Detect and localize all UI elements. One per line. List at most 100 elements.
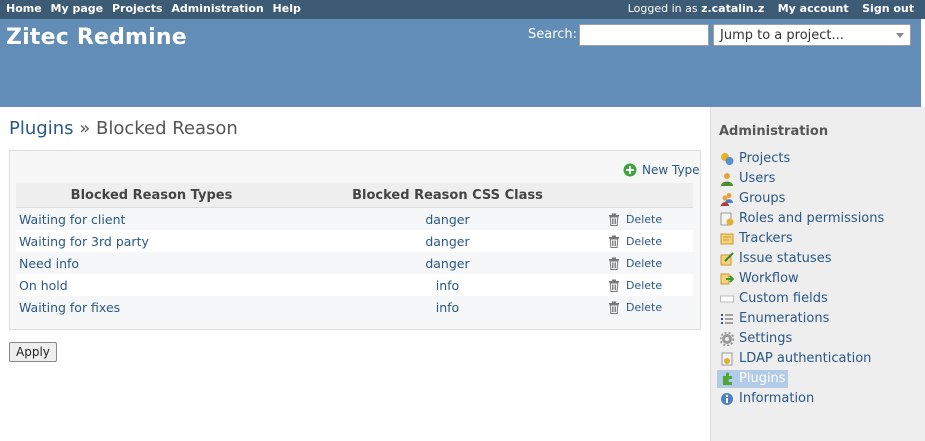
delete-label: Delete <box>625 256 663 270</box>
gear-icon <box>720 332 734 346</box>
custom-fields-icon <box>720 295 734 303</box>
roles-icon <box>720 212 734 226</box>
logged-in-user[interactable]: z.catalin.z <box>701 2 764 15</box>
sidebar-link-custom-fields[interactable]: Custom fields <box>717 290 830 308</box>
settings-box: New Type Blocked Reason Types Blocked Re… <box>9 150 701 330</box>
table-row: Waiting for fixes info Delete <box>16 296 693 318</box>
ldap-icon <box>721 352 733 366</box>
delete-link[interactable]: Delete <box>608 301 662 315</box>
top-menu-administration[interactable]: Administration <box>171 2 263 15</box>
workflow-icon <box>720 273 734 285</box>
jump-to-project-label: Jump to a project... <box>720 28 844 43</box>
new-type-link[interactable]: New Type <box>623 161 700 179</box>
top-menu-projects[interactable]: Projects <box>112 2 163 15</box>
reason-name-link[interactable]: Waiting for fixes <box>19 300 120 315</box>
sidebar-link-plugins[interactable]: Plugins <box>717 370 788 388</box>
sidebar-item-label: Issue statuses <box>739 251 832 266</box>
delete-label: Delete <box>625 234 663 248</box>
add-icon <box>623 163 637 177</box>
reason-css-link[interactable]: info <box>436 278 459 293</box>
page-title: Plugins » Blocked Reason <box>9 118 238 139</box>
sidebar-item-label: Custom fields <box>739 291 828 306</box>
delete-label: Delete <box>625 212 663 226</box>
sidebar-item-label: Users <box>739 171 776 186</box>
sidebar-item-label: Enumerations <box>739 311 830 326</box>
reason-name-link[interactable]: On hold <box>19 278 68 293</box>
delete-link[interactable]: Delete <box>608 279 662 293</box>
table-header-row: Blocked Reason Types Blocked Reason CSS … <box>16 183 693 208</box>
top-menu-help[interactable]: Help <box>273 2 301 15</box>
top-menu-home[interactable]: Home <box>6 2 42 15</box>
sidebar-link-issue-statuses[interactable]: Issue statuses <box>717 250 833 268</box>
column-header-css-class: Blocked Reason CSS Class <box>287 183 608 208</box>
sidebar-title: Administration <box>719 124 829 139</box>
sidebar-link-settings[interactable]: Settings <box>717 330 794 348</box>
delete-link[interactable]: Delete <box>608 213 662 227</box>
table-row: Waiting for 3rd party danger Delete <box>16 230 693 252</box>
table-row: Waiting for client danger Delete <box>16 207 693 230</box>
table-row: On hold info Delete <box>16 274 693 296</box>
trash-icon <box>608 257 619 270</box>
site-title: Zitec Redmine <box>6 25 187 50</box>
user-icon <box>721 173 733 186</box>
delete-link[interactable]: Delete <box>608 257 662 271</box>
sidebar-item-label: Information <box>739 391 815 406</box>
trash-icon <box>608 279 619 292</box>
sidebar-item-label: LDAP authentication <box>739 351 872 366</box>
trash-icon <box>608 301 619 314</box>
info-icon <box>721 393 733 405</box>
search-input[interactable] <box>579 24 709 46</box>
sidebar-link-trackers[interactable]: Trackers <box>717 230 795 248</box>
reason-css-link[interactable]: danger <box>425 212 469 227</box>
projects-icon <box>721 153 734 165</box>
plugin-icon <box>723 372 732 385</box>
sign-out-link[interactable]: Sign out <box>862 2 914 15</box>
sidebar-item-label: Workflow <box>739 271 799 286</box>
column-header-types: Blocked Reason Types <box>16 183 287 208</box>
chevron-down-icon <box>896 33 904 38</box>
sidebar-link-groups[interactable]: Groups <box>717 190 787 208</box>
sidebar-link-enumerations[interactable]: Enumerations <box>717 310 831 328</box>
sidebar-link-ldap[interactable]: LDAP authentication <box>717 350 873 368</box>
issue-status-icon <box>720 252 734 266</box>
sidebar-item-label: Projects <box>739 151 791 166</box>
logged-in-text: Logged in as <box>627 2 698 15</box>
breadcrumb-plugins-link[interactable]: Plugins <box>9 118 73 139</box>
sidebar-link-roles[interactable]: Roles and permissions <box>717 210 886 228</box>
list-icon <box>721 314 733 324</box>
page-title-text: Blocked Reason <box>95 118 238 139</box>
reason-name-link[interactable]: Waiting for 3rd party <box>19 234 149 249</box>
sidebar-item-label: Roles and permissions <box>739 211 885 226</box>
top-menu-left: Home My page Projects Administration Hel… <box>6 2 306 15</box>
delete-link[interactable]: Delete <box>608 235 662 249</box>
delete-label: Delete <box>625 300 663 314</box>
search-label: Search: <box>528 27 578 42</box>
new-type-label: New Type <box>642 163 700 177</box>
reason-name-link[interactable]: Need info <box>19 256 79 271</box>
account-area: Logged in as z.catalin.z My account Sign… <box>628 2 914 15</box>
reason-css-link[interactable]: danger <box>425 256 469 271</box>
top-menu: Home My page Projects Administration Hel… <box>0 0 925 19</box>
my-account-link[interactable]: My account <box>778 2 849 15</box>
group-icon <box>721 193 733 206</box>
sidebar-item-label: Trackers <box>739 231 793 246</box>
sidebar-item-label: Settings <box>739 331 793 346</box>
sidebar-link-users[interactable]: Users <box>717 170 777 188</box>
tracker-icon <box>720 233 734 245</box>
trash-icon <box>608 235 619 248</box>
top-menu-my-page[interactable]: My page <box>51 2 104 15</box>
jump-to-project-select[interactable]: Jump to a project... <box>713 24 911 46</box>
sidebar-item-label: Plugins <box>739 371 786 386</box>
reason-name-link[interactable]: Waiting for client <box>19 212 125 227</box>
sidebar-link-workflow[interactable]: Workflow <box>717 270 801 288</box>
apply-button[interactable]: Apply <box>9 342 57 362</box>
sidebar-link-information[interactable]: Information <box>717 390 816 408</box>
column-header-actions <box>607 183 693 208</box>
breadcrumb-separator: » <box>79 118 91 139</box>
delete-label: Delete <box>625 278 663 292</box>
blocked-reasons-table: Blocked Reason Types Blocked Reason CSS … <box>16 183 693 318</box>
reason-css-link[interactable]: danger <box>425 234 469 249</box>
sidebar-link-projects[interactable]: Projects <box>717 150 792 168</box>
reason-css-link[interactable]: info <box>436 300 459 315</box>
header: Zitec Redmine Search: Jump to a project.… <box>0 19 921 107</box>
